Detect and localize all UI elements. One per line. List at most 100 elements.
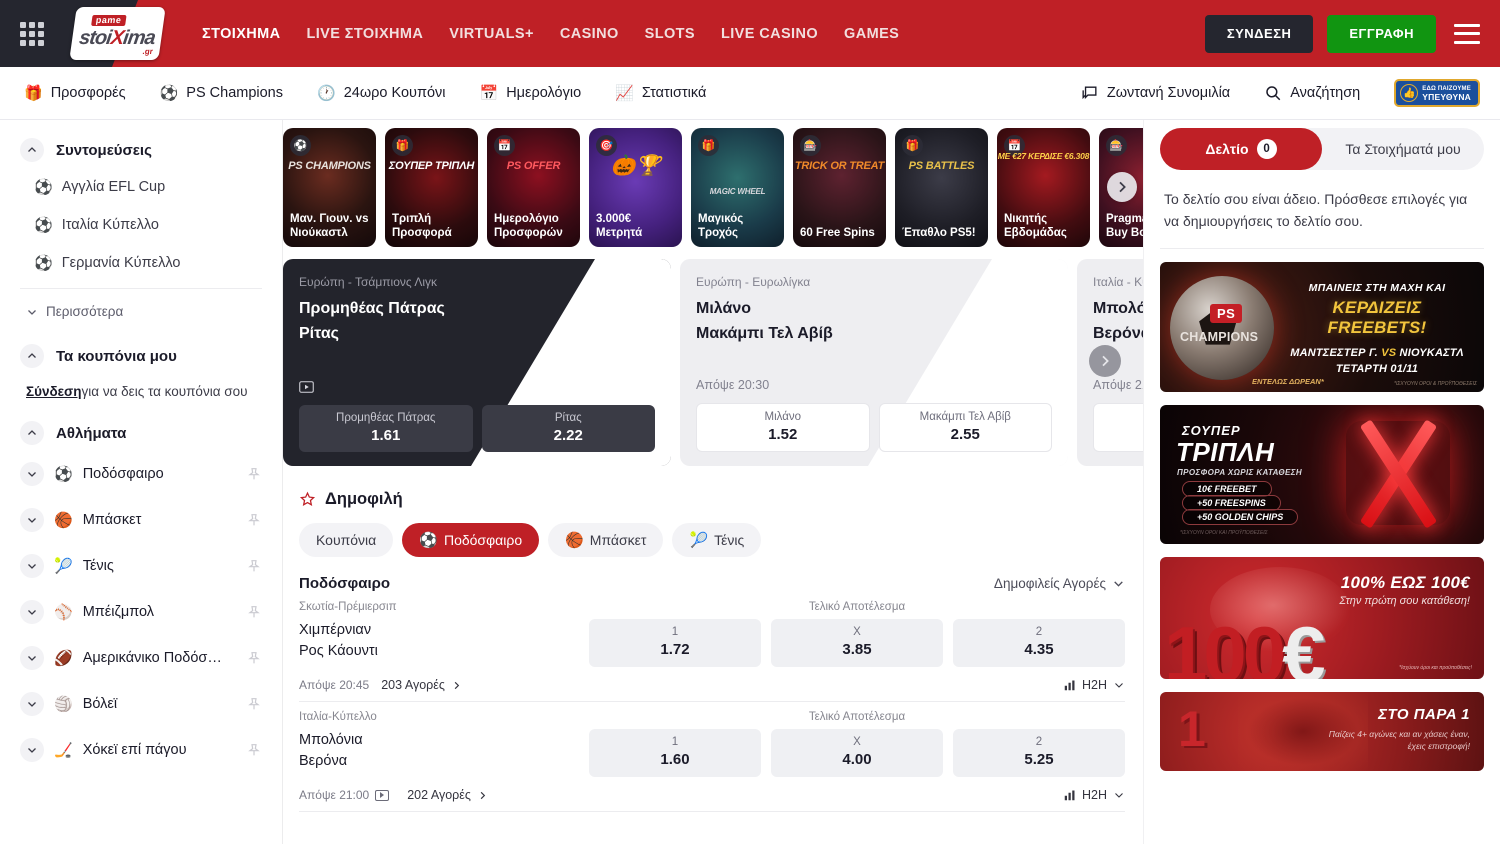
subnav-item-calendar[interactable]: 📅 Ημερολόγιο	[480, 85, 582, 101]
pin-icon[interactable]	[246, 696, 262, 712]
promo-tile[interactable]: 📅 PS OFFER Ημερολόγιο Προσφορών	[487, 128, 580, 247]
nav-item-virtuals[interactable]: VIRTUALS+	[449, 26, 534, 42]
tv-stream-icon[interactable]	[375, 790, 389, 801]
chevron-down-icon[interactable]	[20, 508, 44, 532]
shortcut-item-efl-cup[interactable]: ⚽ Αγγλία EFL Cup	[20, 168, 262, 206]
nav-item-casino[interactable]: CASINO	[560, 26, 619, 42]
nav-item-live-stoixima[interactable]: LIVE ΣΤΟΙΧΗΜΑ	[307, 26, 424, 42]
match-markets-link[interactable]: 203 Αγορές	[381, 678, 462, 692]
nav-item-games[interactable]: GAMES	[844, 26, 899, 42]
sidebar-item-ice-hockey[interactable]: 🏒 Χόκεϊ επί πάγου	[20, 727, 262, 773]
promo-banner-ps-champions[interactable]: PS CHAMPIONS ΜΠΑΙΝΕΙΣ ΣΤΗ ΜΑΧΗ ΚΑΙ ΚΕΡΔΙ…	[1160, 262, 1484, 392]
odd-button-2[interactable]: 2 5.25	[953, 729, 1125, 777]
promo-banner-super-triple[interactable]: ΣΟΥΠΕΡ ΤΡΙΠΛΗ ΠΡΟΣΦΟΡΑ ΧΩΡΙΣ ΚΑΤΑΘΕΣΗ 10…	[1160, 405, 1484, 544]
my-coupons-section-header[interactable]: Τα κουπόνια μου	[20, 344, 262, 368]
promo-tile[interactable]: 🎰 TRICK OR TREAT 60 Free Spins	[793, 128, 886, 247]
odd-button-x[interactable]: X 3.85	[771, 619, 943, 667]
pin-icon[interactable]	[246, 604, 262, 620]
signup-button[interactable]: ΕΓΓΡΑΦΗ	[1327, 15, 1436, 53]
tab-tennis[interactable]: 🎾 Τένις	[672, 523, 761, 557]
login-button[interactable]: ΣΥΝΔΕΣΗ	[1205, 15, 1314, 53]
h2h-label: H2H	[1082, 678, 1107, 692]
sidebar-item-basketball[interactable]: 🏀 Μπάσκετ	[20, 497, 262, 543]
shortcuts-section-header[interactable]: Συντομεύσεις	[20, 138, 262, 162]
site-logo[interactable]: pame stoiXima .gr	[66, 11, 170, 57]
sidebar-item-volleyball[interactable]: 🏐 Βόλεϊ	[20, 681, 262, 727]
promo-tile[interactable]: 🎯 🎃🏆 3.000€ Μετρητά	[589, 128, 682, 247]
odd-button-x[interactable]: X 4.00	[771, 729, 943, 777]
chevron-up-icon[interactable]	[20, 344, 44, 368]
featured-odd-button[interactable]: Ρίτας 2.22	[482, 405, 656, 452]
tab-football[interactable]: ⚽ Ποδόσφαιρο	[402, 523, 539, 557]
featured-team-name: Μακάμπι Τελ Αβίβ	[696, 325, 1052, 343]
search-button[interactable]: Αναζήτηση	[1264, 84, 1360, 102]
hamburger-menu-icon[interactable]	[1454, 24, 1480, 44]
shortcuts-more-button[interactable]: Περισσότερα	[20, 295, 262, 328]
promo-tile[interactable]: ⚽ PS CHAMPIONS Μαν. Γιουν. vs Νιούκαστλ	[283, 128, 376, 247]
promo-banner-sto-para-1[interactable]: 1 ΣΤΟ ΠΑΡΑ 1 Παίζεις 4+ αγώνες και αν χά…	[1160, 692, 1484, 771]
pin-icon[interactable]	[246, 650, 262, 666]
table-row[interactable]: Ιταλία-Κύπελλο Μπολόνια Βερόνα Τελικό Απ…	[283, 702, 1143, 812]
chevron-down-icon[interactable]	[20, 692, 44, 716]
popular-tabs: Κουπόνια ⚽ Ποδόσφαιρο 🏀 Μπάσκετ 🎾 Τένις	[283, 509, 1143, 557]
promo-art-label: PS BATTLES	[895, 160, 988, 172]
featured-odd-button[interactable]: Προμηθέας Πάτρας 1.61	[299, 405, 473, 452]
featured-league: Ευρώπη - Τσάμπιονς Λιγκ	[299, 275, 655, 289]
promo-tile[interactable]: 🎁 PS BATTLES Έπαθλο PS5!	[895, 128, 988, 247]
subnav-item-offers[interactable]: 🎁 Προσφορές	[24, 85, 126, 101]
nav-item-stoixima[interactable]: ΣΤΟΙΧΗΜΑ	[202, 26, 281, 42]
sidebar-item-american-football[interactable]: 🏈 Αμερικάνικο Ποδόσ…	[20, 635, 262, 681]
tab-my-bets[interactable]: Τα Στοιχήματά μου	[1322, 128, 1484, 170]
nav-item-live-casino[interactable]: LIVE CASINO	[721, 26, 818, 42]
table-row[interactable]: Σκωτία-Πρέμιερσιπ Χιμπέρνιαν Ρος Κάουντι…	[283, 592, 1143, 702]
pin-icon[interactable]	[246, 742, 262, 758]
promo-tile[interactable]: 🎁 ΣΟΥΠΕΡ ΤΡΙΠΛΗ Τριπλή Προσφορά	[385, 128, 478, 247]
tab-basketball[interactable]: 🏀 Μπάσκετ	[548, 523, 663, 557]
coupons-login-link[interactable]: Σύνδεση	[26, 384, 82, 399]
pin-icon[interactable]	[246, 558, 262, 574]
promo-tile[interactable]: 🎁 MAGIC WHEEL Μαγικός Τροχός	[691, 128, 784, 247]
subnav-item-statistics[interactable]: 📈 Στατιστικά	[615, 85, 706, 101]
chevron-up-icon[interactable]	[20, 138, 44, 162]
h2h-button[interactable]: H2H	[1064, 788, 1125, 802]
h2h-button[interactable]: H2H	[1064, 678, 1125, 692]
nav-item-slots[interactable]: SLOTS	[645, 26, 695, 42]
sports-section-header[interactable]: Αθλήματα	[20, 421, 262, 445]
tab-coupons[interactable]: Κουπόνια	[299, 523, 393, 557]
chevron-down-icon[interactable]	[20, 646, 44, 670]
chevron-up-icon[interactable]	[20, 421, 44, 445]
sidebar-item-football[interactable]: ⚽ Ποδόσφαιρο	[20, 451, 262, 497]
shortcut-item-germany-cup[interactable]: ⚽ Γερμανία Κύπελλο	[20, 244, 262, 282]
shortcut-item-italy-cup[interactable]: ⚽ Ιταλία Κύπελλο	[20, 206, 262, 244]
sidebar-divider	[20, 288, 262, 289]
markets-dropdown[interactable]: Δημοφιλείς Αγορές	[994, 576, 1125, 591]
chevron-down-icon[interactable]	[20, 738, 44, 762]
responsible-gaming-badge[interactable]: 👍 ΕΔΩ ΠΑΙΖΟΥΜΕ ΥΠΕΥΘΥΝΑ	[1394, 79, 1480, 107]
subnav-item-ps-champions[interactable]: ⚽ PS Champions	[160, 85, 283, 101]
odd-button-1[interactable]: 1 1.72	[589, 619, 761, 667]
tv-stream-icon[interactable]	[299, 381, 655, 393]
chevron-down-icon[interactable]	[20, 462, 44, 486]
pin-icon[interactable]	[246, 512, 262, 528]
promo-carousel-next-button[interactable]	[1107, 172, 1137, 202]
promo-banner-welcome-bonus[interactable]: 100% ΕΩΣ 100€ Στην πρώτη σου κατάθεση! 1…	[1160, 557, 1484, 679]
pin-icon[interactable]	[246, 466, 262, 482]
sidebar-item-baseball[interactable]: ⚾ Μπέιζμπολ	[20, 589, 262, 635]
tab-betslip[interactable]: Δελτίο 0	[1160, 128, 1322, 170]
odd-button-2[interactable]: 2 4.35	[953, 619, 1125, 667]
featured-match-card[interactable]: Ευρώπη - Ευρωλίγκα Μιλάνο Μακάμπι Τελ Αβ…	[680, 259, 1068, 466]
featured-carousel-next-button[interactable]	[1089, 345, 1121, 377]
live-chat-button[interactable]: Ζωντανή Συνομιλία	[1080, 84, 1230, 103]
featured-odd-button[interactable]: 1 1.60	[1093, 403, 1143, 452]
apps-grid-icon[interactable]	[20, 22, 44, 46]
odd-button-1[interactable]: 1 1.60	[589, 729, 761, 777]
subnav-item-24h-coupon[interactable]: 🕐 24ωρο Κουπόνι	[317, 85, 446, 101]
chevron-down-icon[interactable]	[20, 554, 44, 578]
chevron-down-icon[interactable]	[20, 600, 44, 624]
featured-match-card[interactable]: Ευρώπη - Τσάμπιονς Λιγκ Προμηθέας Πάτρας…	[283, 259, 671, 466]
featured-odd-button[interactable]: Μιλάνο 1.52	[696, 403, 870, 452]
featured-odd-button[interactable]: Μακάμπι Τελ Αβίβ 2.55	[879, 403, 1053, 452]
sidebar-item-tennis[interactable]: 🎾 Τένις	[20, 543, 262, 589]
promo-tile[interactable]: 📅 ΜΕ €27 ΚΕΡΔΙΣΕ €6.308 Νικητής Εβδομάδα…	[997, 128, 1090, 247]
match-markets-link[interactable]: 202 Αγορές	[407, 788, 488, 802]
